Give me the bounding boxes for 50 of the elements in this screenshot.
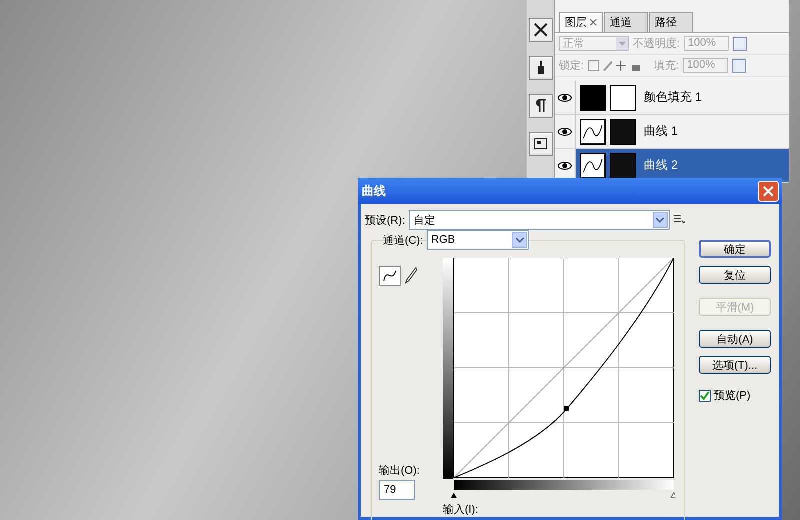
layer-name: 曲线 2: [644, 157, 678, 174]
dialog-button[interactable]: 复位: [699, 266, 771, 284]
layer-name: 曲线 1: [644, 123, 678, 140]
pencil-icon[interactable]: [404, 266, 418, 284]
opacity-label: 不透明度:: [633, 36, 680, 51]
curve-graph[interactable]: [443, 258, 675, 498]
close-tab-icon[interactable]: [590, 19, 597, 26]
brush-icon[interactable]: [528, 56, 552, 80]
preset-dropdown[interactable]: 自定: [409, 210, 670, 230]
fill-slider-button[interactable]: [732, 58, 746, 72]
dropdown-arrow-icon: [618, 42, 626, 46]
dialog-title: 曲线: [362, 182, 386, 200]
close-button[interactable]: [758, 180, 779, 202]
lock-options-icon[interactable]: [588, 60, 642, 72]
mask-thumbnail: [610, 152, 636, 178]
paragraph-icon[interactable]: [528, 94, 552, 118]
fill-label: 填充:: [654, 59, 680, 73]
dialog-button[interactable]: 自动(A): [699, 330, 771, 348]
input-label: 输入(I):: [443, 503, 480, 517]
layout-icon[interactable]: [528, 132, 552, 156]
layer-row[interactable]: 曲线 1: [555, 115, 789, 149]
layer-thumbnail: [580, 84, 606, 110]
layer-row[interactable]: 颜色填充 1: [555, 81, 789, 115]
dialog-button[interactable]: 选项(T)...: [699, 356, 771, 374]
output-field[interactable]: 79: [379, 480, 415, 500]
close-icon: [763, 186, 774, 196]
layer-name: 颜色填充 1: [644, 89, 702, 106]
curves-thumbnail: [580, 118, 606, 144]
preview-label: 预览(P): [714, 389, 751, 403]
channel-label: 通道(C):: [383, 234, 424, 248]
tools-icon[interactable]: [528, 18, 552, 42]
curves-thumbnail: [580, 152, 606, 178]
panel-tab[interactable]: 图层: [559, 12, 603, 32]
eye-icon[interactable]: [558, 94, 572, 102]
panel-tab[interactable]: 路径: [649, 12, 693, 32]
preview-checkbox[interactable]: [699, 390, 711, 402]
panel-tab[interactable]: 通道: [604, 12, 648, 32]
preset-label: 预设(R):: [365, 214, 406, 228]
eye-icon[interactable]: [558, 128, 572, 136]
mask-thumbnail: [610, 118, 636, 144]
curve-tool-button[interactable]: [379, 266, 401, 286]
curve-icon: [383, 270, 397, 282]
eye-icon[interactable]: [558, 162, 572, 170]
mask-thumbnail: [610, 84, 636, 110]
dialog-button[interactable]: 确定: [699, 240, 771, 258]
channel-dropdown[interactable]: RGB: [427, 230, 530, 250]
opacity-slider-button[interactable]: [733, 36, 748, 50]
output-label: 输出(O):: [379, 464, 421, 478]
lock-label: 锁定:: [559, 58, 584, 73]
preset-menu-icon[interactable]: [674, 215, 685, 225]
